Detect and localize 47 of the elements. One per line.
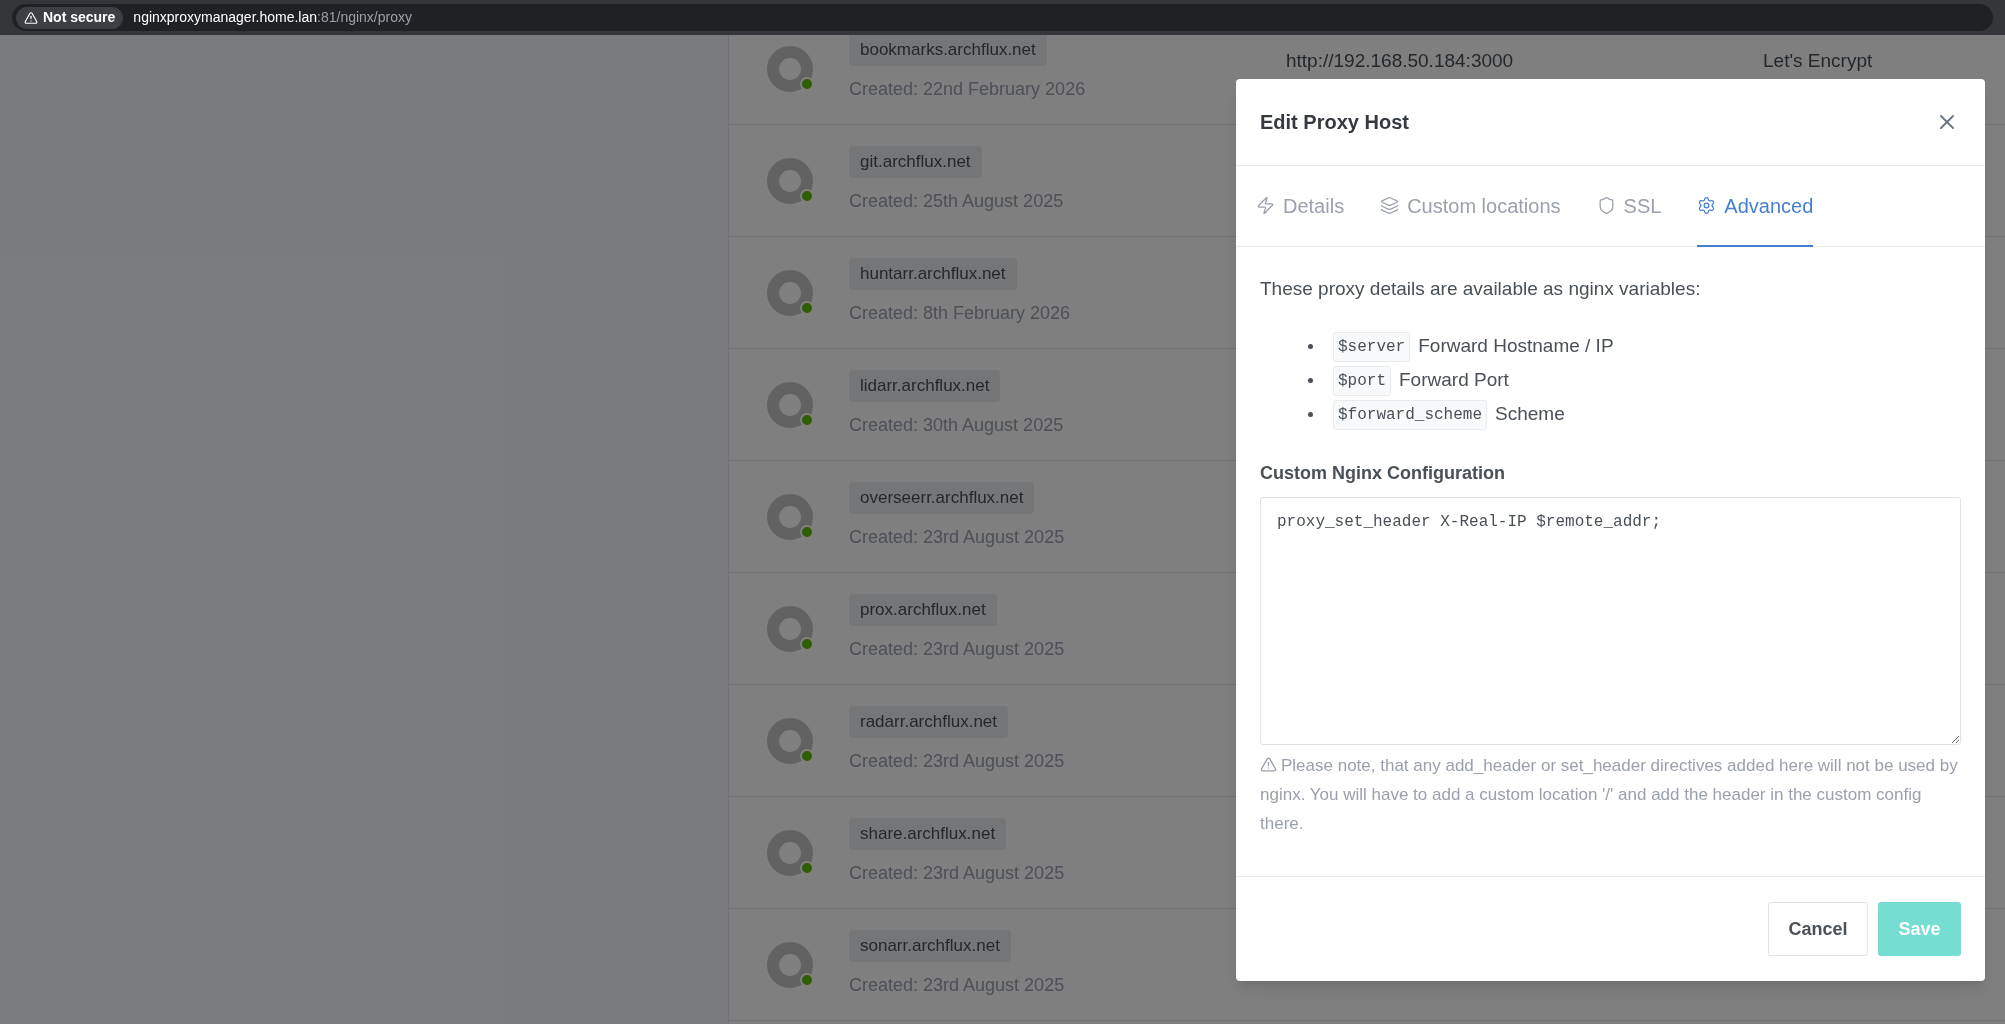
security-chip[interactable]: Not secure	[16, 6, 124, 29]
ssl-provider: Let's Encrypt	[1763, 49, 1873, 73]
variable-code: $port	[1333, 365, 1391, 396]
domain-tag[interactable]: radarr.archflux.net	[849, 706, 1008, 738]
note-text: Please note, that any add_header or set_header directives added here will not be used by nginx. You will have to add a custom location '/' and add the header in the custom config there.	[1260, 754, 1959, 835]
bullet-icon	[1308, 344, 1313, 349]
cancel-button[interactable]: Cancel	[1768, 902, 1868, 956]
variable-description: Forward Hostname / IP	[1418, 334, 1614, 359]
tab-icon	[1256, 196, 1275, 215]
config-label: Custom Nginx Configuration	[1260, 461, 1506, 485]
variable-code: $forward_scheme	[1333, 399, 1488, 430]
tab[interactable]: Custom locations	[1380, 166, 1561, 247]
tab-icon	[1697, 196, 1717, 215]
domain-tag[interactable]: sonarr.archflux.net	[849, 930, 1011, 962]
avatar-icon	[766, 940, 814, 989]
tab-icon	[1380, 196, 1400, 215]
bullet-icon	[1308, 378, 1313, 383]
domain-tag[interactable]: git.archflux.net	[849, 146, 982, 178]
avatar-icon	[766, 716, 814, 765]
tab[interactable]: Advanced	[1697, 166, 1814, 247]
variable-description: Scheme	[1495, 402, 1565, 427]
tab[interactable]: SSL	[1596, 166, 1662, 247]
avatar-icon	[766, 492, 814, 541]
tab[interactable]: Details	[1256, 166, 1345, 247]
avatar-icon	[766, 828, 814, 877]
domain-tag[interactable]: lidarr.archflux.net	[849, 370, 1001, 402]
avatar-icon	[766, 380, 814, 429]
forward-url: http://192.168.50.184:3000	[1286, 49, 1515, 73]
intro-text: These proxy details are available as nginx variables:	[1260, 277, 1702, 301]
domain-tag[interactable]: bookmarks.archflux.net	[849, 35, 1047, 66]
variable-description: Forward Port	[1399, 368, 1509, 393]
domain-tag[interactable]: share.archflux.net	[849, 818, 1007, 850]
config-textarea[interactable]: proxy_set_header X-Real-IP $remote_addr;	[1260, 496, 1961, 745]
dialog-title: Edit Proxy Host	[1260, 110, 1409, 135]
avatar-icon	[766, 44, 814, 93]
warning-icon	[24, 10, 38, 25]
domain-tag[interactable]: huntarr.archflux.net	[849, 258, 1017, 290]
domain-tag[interactable]: overseerr.archflux.net	[849, 482, 1035, 514]
avatar-icon	[766, 604, 814, 653]
avatar-icon	[766, 156, 814, 205]
domain-tag[interactable]: prox.archflux.net	[849, 594, 997, 626]
url-text: nginxproxymanager.home.lan:81/nginx/proxy	[133, 8, 412, 27]
avatar-icon	[766, 268, 814, 317]
variable-code: $server	[1333, 331, 1411, 362]
bullet-icon	[1308, 412, 1313, 417]
warning-icon	[1260, 756, 1277, 773]
address-bar[interactable]: Not secure nginxproxymanager.home.lan:81/nginx/proxy	[12, 4, 1993, 31]
